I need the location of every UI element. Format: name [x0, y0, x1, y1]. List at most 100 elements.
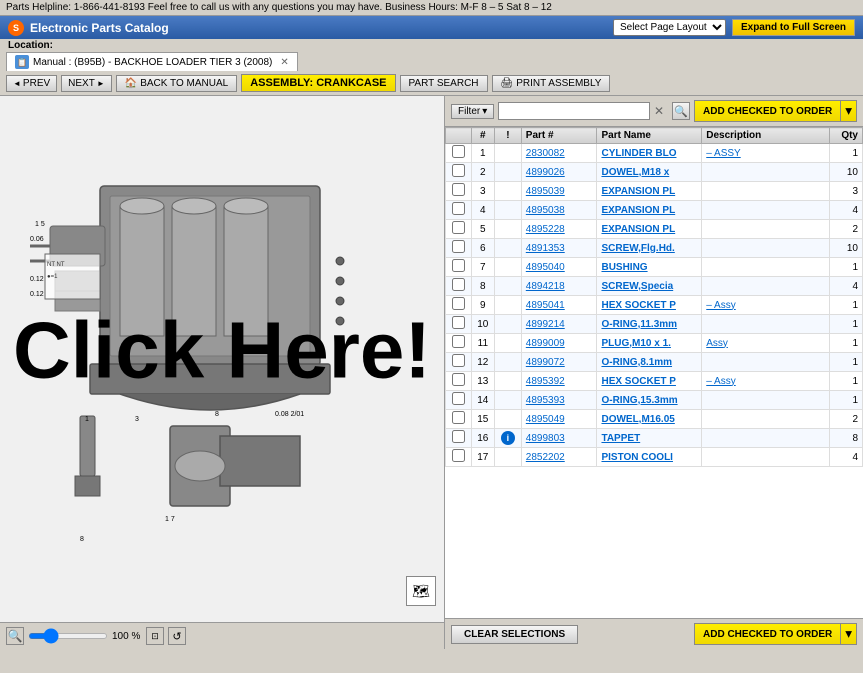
col-partname: Part Name — [597, 128, 702, 144]
part-name-link[interactable]: DOWEL,M18 x — [601, 167, 669, 178]
manual-tab-close[interactable]: ✕ — [280, 57, 288, 68]
filter-button[interactable]: Filter ▾ — [451, 104, 494, 119]
row-number: 3 — [471, 182, 494, 201]
part-number-link[interactable]: 2852202 — [526, 452, 565, 463]
part-number-link[interactable]: 4899026 — [526, 167, 565, 178]
description-link[interactable]: – Assy — [706, 376, 735, 387]
row-checkbox[interactable] — [452, 316, 465, 329]
clear-selections-button[interactable]: CLEAR SELECTIONS — [451, 625, 578, 644]
back-to-manual-button[interactable]: 🏠 BACK TO MANUAL — [116, 75, 237, 92]
part-name-link[interactable]: SCREW,Flg.Hd. — [601, 243, 674, 254]
expand-fullscreen-button[interactable]: Expand to Full Screen — [732, 19, 855, 36]
warning-icon[interactable]: i — [501, 431, 515, 445]
table-row: 44895038EXPANSION PL4 — [446, 201, 863, 220]
part-number-link[interactable]: 4895039 — [526, 186, 565, 197]
assembly-button[interactable]: ASSEMBLY: CRANKCASE — [241, 74, 395, 92]
part-name-link[interactable]: TAPPET — [601, 433, 640, 444]
table-row: 172852202PISTON COOLI4 — [446, 448, 863, 467]
part-name-link[interactable]: EXPANSION PL — [601, 224, 675, 235]
row-checkbox[interactable] — [452, 278, 465, 291]
bottom-add-checked-button[interactable]: ADD CHECKED TO ORDER — [694, 623, 841, 645]
manual-tab[interactable]: 📋 Manual : (B95B) - BACKHOE LOADER TIER … — [6, 52, 298, 71]
row-checkbox[interactable] — [452, 259, 465, 272]
part-name-link[interactable]: PLUG,M10 x 1. — [601, 338, 670, 349]
row-checkbox[interactable] — [452, 449, 465, 462]
part-name-link[interactable]: DOWEL,M16.05 — [601, 414, 674, 425]
description-link[interactable]: – ASSY — [706, 148, 740, 159]
part-name-link[interactable]: EXPANSION PL — [601, 205, 675, 216]
zoom-out-button[interactable]: 🔍 — [6, 627, 24, 645]
part-number-link[interactable]: 4891353 — [526, 243, 565, 254]
part-description — [702, 163, 830, 182]
row-number: 14 — [471, 391, 494, 410]
part-number-link[interactable]: 4895392 — [526, 376, 565, 387]
description-link[interactable]: Assy — [706, 338, 728, 349]
table-row: 16i4899803TAPPET8 — [446, 429, 863, 448]
part-number-link[interactable]: 4895040 — [526, 262, 565, 273]
part-search-button[interactable]: PART SEARCH — [400, 75, 488, 92]
row-checkbox[interactable] — [452, 335, 465, 348]
row-checkbox[interactable] — [452, 430, 465, 443]
part-qty: 1 — [830, 315, 863, 334]
table-row: 94895041HEX SOCKET P– Assy1 — [446, 296, 863, 315]
row-checkbox[interactable] — [452, 183, 465, 196]
zoom-fit-button[interactable]: ⊡ — [146, 627, 164, 645]
next-button[interactable]: NEXT — [61, 75, 112, 92]
row-checkbox[interactable] — [452, 164, 465, 177]
part-number-link[interactable]: 2830082 — [526, 148, 565, 159]
part-number-link[interactable]: 4899072 — [526, 357, 565, 368]
page-layout-select[interactable]: Select Page Layout — [613, 19, 726, 36]
row-checkbox[interactable] — [452, 297, 465, 310]
zoom-slider[interactable] — [28, 633, 108, 639]
part-description — [702, 182, 830, 201]
part-number-link[interactable]: 4895049 — [526, 414, 565, 425]
part-name-link[interactable]: PISTON COOLI — [601, 452, 673, 463]
zoom-refresh-button[interactable]: ↺ — [168, 627, 186, 645]
part-description: – ASSY — [702, 144, 830, 163]
bottom-dropdown-arrow-icon: ▾ — [845, 626, 852, 641]
print-assembly-button[interactable]: 🖨 PRINT ASSEMBLY — [492, 75, 611, 92]
filter-clear-button[interactable]: ✕ — [654, 104, 668, 118]
add-checked-to-order-button[interactable]: ADD CHECKED TO ORDER — [694, 100, 841, 122]
row-checkbox[interactable] — [452, 240, 465, 253]
part-name-link[interactable]: HEX SOCKET P — [601, 376, 675, 387]
row-checkbox[interactable] — [452, 145, 465, 158]
part-name-link[interactable]: SCREW,Specia — [601, 281, 673, 292]
part-description — [702, 448, 830, 467]
add-checked-dropdown-button[interactable]: ▾ — [841, 100, 857, 122]
row-checkbox[interactable] — [452, 221, 465, 234]
description-link[interactable]: – Assy — [706, 300, 735, 311]
table-row: 114899009PLUG,M10 x 1.Assy1 — [446, 334, 863, 353]
row-checkbox[interactable] — [452, 392, 465, 405]
filter-input[interactable] — [498, 102, 650, 120]
part-name-link[interactable]: HEX SOCKET P — [601, 300, 675, 311]
part-number-link[interactable]: 4895041 — [526, 300, 565, 311]
part-name-link[interactable]: EXPANSION PL — [601, 186, 675, 197]
filter-search-button[interactable]: 🔍 — [672, 102, 690, 120]
row-checkbox[interactable] — [452, 373, 465, 386]
row-checkbox[interactable] — [452, 354, 465, 367]
row-checkbox[interactable] — [452, 411, 465, 424]
part-description — [702, 315, 830, 334]
part-name-link[interactable]: O-RING,8.1mm — [601, 357, 672, 368]
part-number-link[interactable]: 4895228 — [526, 224, 565, 235]
part-name-link[interactable]: CYLINDER BLO — [601, 148, 676, 159]
part-number-link[interactable]: 4894218 — [526, 281, 565, 292]
part-number-link[interactable]: 4895038 — [526, 205, 565, 216]
part-number-link[interactable]: 4899009 — [526, 338, 565, 349]
part-name-link[interactable]: BUSHING — [601, 262, 647, 273]
col-partno: Part # — [521, 128, 597, 144]
row-checkbox[interactable] — [452, 202, 465, 215]
part-number-link[interactable]: 4895393 — [526, 395, 565, 406]
part-name-link[interactable]: O-RING,11.3mm — [601, 319, 677, 330]
part-number-link[interactable]: 4899214 — [526, 319, 565, 330]
bottom-add-dropdown-button[interactable]: ▾ — [841, 623, 857, 645]
main-content: 1 5 0.06 0.12 0.12 0.08 2/01 1 7 — [0, 96, 863, 649]
page-map-icon[interactable]: 🗺 — [406, 576, 436, 606]
part-name-link[interactable]: O-RING,15.3mm — [601, 395, 677, 406]
prev-button[interactable]: PREV — [6, 75, 57, 92]
part-number-link[interactable]: 4899803 — [526, 433, 565, 444]
next-arrow-icon — [97, 78, 105, 89]
part-qty: 3 — [830, 182, 863, 201]
svg-text:0.06: 0.06 — [30, 236, 44, 243]
